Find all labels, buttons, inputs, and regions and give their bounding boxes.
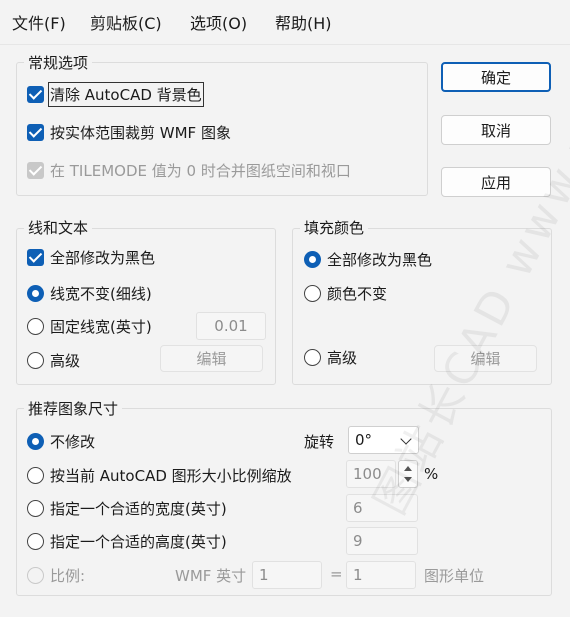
- clip-wmf-label: 按实体范围裁剪 WMF 图象: [50, 124, 231, 142]
- height-fit-label: 指定一个合适的高度(英寸): [50, 533, 227, 551]
- menu-help[interactable]: 帮助(H): [275, 10, 332, 34]
- menu-clipboard[interactable]: 剪贴板(C): [90, 10, 162, 34]
- lines-advanced-radio[interactable]: [27, 352, 44, 369]
- clear-background-checkbox[interactable]: [27, 86, 44, 103]
- fixed-width-input[interactable]: 0.01: [196, 312, 266, 340]
- rotate-value: 0°: [355, 431, 373, 449]
- menu-file[interactable]: 文件(F): [12, 10, 66, 34]
- color-unchanged-label: 颜色不变: [327, 285, 388, 303]
- fill-advanced-label: 高级: [327, 349, 358, 367]
- rotate-label: 旋转: [304, 433, 335, 451]
- fill-advanced-radio[interactable]: [304, 349, 321, 366]
- lines-title: 线和文本: [24, 217, 93, 238]
- fixed-width-radio[interactable]: [27, 318, 44, 335]
- merge-viewports-checkbox[interactable]: [27, 162, 44, 179]
- ratio-label: 比例:: [50, 567, 86, 585]
- wmf-inch-input[interactable]: 1: [252, 561, 322, 589]
- scale-current-label: 按当前 AutoCAD 图形大小比例缩放: [50, 467, 292, 485]
- width-fit-label: 指定一个合适的宽度(英寸): [50, 500, 227, 518]
- width-unchanged-radio[interactable]: [27, 285, 44, 302]
- no-change-label: 不修改: [50, 433, 96, 451]
- menu-bar: 文件(F) 剪贴板(C) 选项(O) 帮助(H): [0, 0, 570, 45]
- clip-wmf-checkbox[interactable]: [27, 124, 44, 141]
- fill-title: 填充颜色: [300, 217, 369, 238]
- drawing-unit-label: 图形单位: [424, 567, 485, 585]
- fill-all-black-radio[interactable]: [304, 251, 321, 268]
- scale-current-radio[interactable]: [27, 467, 44, 484]
- menu-options[interactable]: 选项(O): [190, 10, 247, 34]
- drawing-unit-input[interactable]: 1: [346, 561, 416, 589]
- width-fit-radio[interactable]: [27, 500, 44, 517]
- clear-background-label: 清除 AutoCAD 背景色: [48, 82, 204, 107]
- color-unchanged-radio[interactable]: [304, 285, 321, 302]
- height-fit-input[interactable]: 9: [346, 527, 418, 555]
- lines-advanced-label: 高级: [50, 352, 81, 370]
- ok-button[interactable]: 确定: [441, 62, 551, 92]
- equals-sign: =: [330, 565, 343, 583]
- lines-all-black-label: 全部修改为黑色: [50, 249, 156, 267]
- lines-edit-button[interactable]: 编辑: [160, 345, 263, 372]
- no-change-radio[interactable]: [27, 433, 44, 450]
- lines-all-black-checkbox[interactable]: [27, 249, 44, 266]
- height-fit-radio[interactable]: [27, 533, 44, 550]
- general-options-title: 常规选项: [24, 52, 93, 73]
- fixed-width-label: 固定线宽(英寸): [50, 318, 152, 336]
- size-title: 推荐图象尺寸: [24, 398, 123, 419]
- width-unchanged-label: 线宽不变(细线): [50, 285, 152, 303]
- ratio-radio[interactable]: [27, 567, 44, 584]
- merge-viewports-label: 在 TILEMODE 值为 0 时合并图纸空间和视口: [50, 162, 351, 180]
- cancel-button[interactable]: 取消: [441, 115, 551, 145]
- fill-all-black-label: 全部修改为黑色: [327, 251, 433, 269]
- wmf-inch-label: WMF 英寸: [175, 567, 247, 585]
